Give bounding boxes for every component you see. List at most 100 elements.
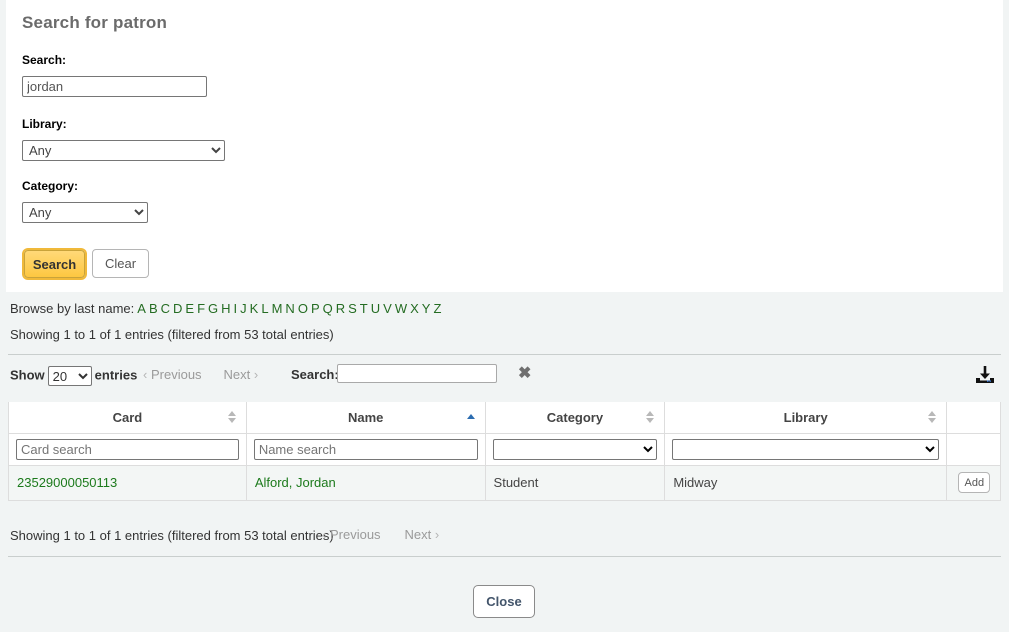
filter-cell-name	[245, 432, 486, 466]
previous-label-top: Previous	[150, 367, 202, 382]
category-filter-select[interactable]	[492, 438, 658, 460]
name-filter-input[interactable]	[253, 438, 478, 460]
library-select[interactable]: Any	[22, 140, 225, 161]
column-header-category[interactable]: Category	[484, 402, 666, 434]
letter-link-T[interactable]: T	[360, 301, 368, 316]
cell-library: Midway	[664, 464, 947, 501]
page-title: Search for patron	[22, 13, 168, 32]
table-row: 23529000050113 Alford, Jordan Student Mi…	[8, 464, 1001, 501]
letter-link-D[interactable]: D	[173, 301, 182, 316]
letter-link-F[interactable]: F	[197, 301, 205, 316]
page-length-control: Show2050100Allentries	[10, 366, 137, 386]
letter-link-S[interactable]: S	[348, 301, 357, 316]
library-field-label: Library:	[22, 117, 67, 131]
search-panel: Search for patron Search: Library: Any C…	[6, 0, 1003, 292]
column-header-name[interactable]: Name	[245, 402, 486, 434]
sort-indicator-library	[928, 410, 937, 424]
letter-link-C[interactable]: C	[161, 301, 170, 316]
previous-page-button-top[interactable]: ‹ Previous	[143, 367, 202, 382]
letter-link-N[interactable]: N	[285, 301, 294, 316]
table-head: Card Name Category Library	[8, 402, 1001, 466]
letter-link-G[interactable]: G	[208, 301, 218, 316]
library-filter-select[interactable]	[672, 438, 939, 460]
letter-link-H[interactable]: H	[221, 301, 230, 316]
search-field-label: Search:	[22, 53, 67, 67]
letter-link-W[interactable]: W	[395, 301, 407, 316]
add-patron-button[interactable]: Add	[957, 472, 990, 493]
sort-indicator-name	[466, 410, 476, 424]
letter-link-J[interactable]: J	[240, 301, 247, 316]
filter-cell-library	[664, 432, 947, 466]
letter-link-E[interactable]: E	[185, 301, 194, 316]
previous-page-button-bottom[interactable]: ‹ Previous	[322, 527, 381, 542]
cell-name: Alford, Jordan	[245, 464, 486, 501]
search-button[interactable]: Search	[24, 250, 85, 278]
showing-info-bottom: Showing 1 to 1 of 1 entries (filtered fr…	[10, 528, 334, 543]
category-select[interactable]: Any	[22, 202, 148, 223]
letter-link-Y[interactable]: Y	[422, 301, 431, 316]
column-header-library-label: Library	[783, 409, 828, 425]
clear-filter-icon[interactable]: ✖	[518, 366, 531, 382]
cell-card: 23529000050113	[8, 464, 247, 501]
letter-link-A[interactable]: A	[137, 301, 146, 316]
next-page-button-bottom[interactable]: Next ›	[405, 527, 440, 542]
letter-link-V[interactable]: V	[383, 301, 392, 316]
pagination-bottom: ‹ Previous Next ›	[322, 527, 463, 542]
next-label-bottom: Next	[404, 527, 432, 542]
column-header-library[interactable]: Library	[664, 402, 947, 434]
search-input[interactable]	[22, 76, 207, 97]
letter-link-I[interactable]: I	[234, 301, 238, 316]
show-label: Show	[10, 367, 45, 383]
letter-link-X[interactable]: X	[410, 301, 419, 316]
card-filter-input[interactable]	[16, 438, 239, 460]
column-header-card-label: Card	[112, 409, 143, 425]
column-header-category-label: Category	[546, 409, 604, 425]
letter-link-O[interactable]: O	[298, 301, 308, 316]
previous-label-bottom: Previous	[329, 527, 381, 542]
chevron-right-icon: ›	[253, 367, 259, 382]
clear-button[interactable]: Clear	[92, 249, 149, 278]
global-search-input[interactable]	[337, 364, 497, 383]
showing-info-top: Showing 1 to 1 of 1 entries (filtered fr…	[10, 327, 334, 342]
filter-cell-action	[946, 432, 1001, 466]
chevron-left-icon-bottom: ‹	[322, 527, 327, 542]
chevron-left-icon: ‹	[143, 367, 148, 382]
sort-indicator-card	[227, 410, 237, 424]
letter-link-R[interactable]: R	[336, 301, 345, 316]
sort-indicator-category	[646, 410, 655, 424]
global-search-label: Search:	[291, 367, 339, 382]
datatable-toolbar: Show2050100Allentries ‹ Previous Next › S…	[0, 363, 1009, 393]
letter-link-L[interactable]: L	[261, 301, 268, 316]
pagination-top: ‹ Previous Next ›	[143, 367, 280, 382]
letter-link-Z[interactable]: Z	[433, 301, 441, 316]
letter-link-P[interactable]: P	[311, 301, 320, 316]
browse-label: Browse by last name:	[10, 301, 135, 316]
column-header-card[interactable]: Card	[8, 402, 247, 434]
next-label-top: Next	[223, 367, 251, 382]
patron-results-table: Card Name Category Library Card search N…	[8, 402, 1001, 501]
filter-cell-category	[484, 432, 666, 466]
patron-search-modal: Search for patron Search: Library: Any C…	[0, 0, 1009, 632]
table-body: 23529000050113 Alford, Jordan Student Mi…	[8, 464, 1001, 501]
close-button[interactable]: Close	[473, 585, 535, 618]
column-header-name-label: Name	[347, 409, 384, 425]
category-field-label: Category:	[22, 179, 79, 193]
divider-bottom	[8, 556, 1001, 557]
patron-name-link[interactable]: Alford, Jordan	[255, 475, 336, 490]
column-header-action	[946, 402, 1001, 434]
page-length-select[interactable]: 2050100All	[47, 366, 92, 386]
letter-link-K[interactable]: K	[250, 301, 259, 316]
column-filter-row	[8, 432, 1001, 466]
letter-link-Q[interactable]: Q	[323, 301, 333, 316]
card-link[interactable]: 23529000050113	[17, 475, 117, 490]
letter-link-B[interactable]: B	[149, 301, 158, 316]
next-page-button-top[interactable]: Next ›	[224, 367, 259, 382]
download-icon[interactable]	[974, 364, 996, 386]
table-header-row: Card Name Category Library	[8, 402, 1001, 434]
letter-links: ABCDEFGHIJKLMNOPQRSTUVWXYZ	[134, 301, 441, 316]
letter-link-U[interactable]: U	[371, 301, 380, 316]
entries-label: entries	[94, 367, 138, 383]
filter-cell-card	[8, 432, 247, 466]
divider-top	[8, 354, 1001, 355]
letter-link-M[interactable]: M	[272, 301, 283, 316]
